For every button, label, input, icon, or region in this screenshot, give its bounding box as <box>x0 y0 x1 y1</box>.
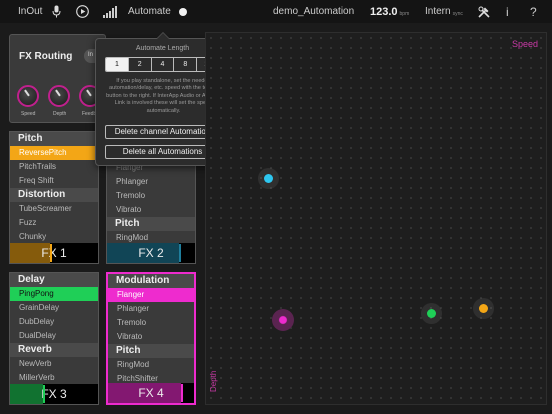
speed-knob-label: Speed <box>21 111 36 117</box>
project-name[interactable]: demo_Automation <box>273 0 354 23</box>
help-label: ? <box>530 4 537 19</box>
info-button[interactable]: i <box>506 0 509 23</box>
inout-button[interactable]: InOut <box>18 0 42 23</box>
fx2-panel: Flanger Phlanger Tremolo Vibrato Pitch R… <box>106 160 196 264</box>
fx-item-pingpong[interactable]: PingPong <box>10 287 98 301</box>
top-bar: InOut Automate demo_Automation 123.0 bpm… <box>0 0 552 23</box>
delete-channel-automation-button[interactable]: Delete channel Automation <box>105 125 220 139</box>
fx-item-dubdelay[interactable]: DubDelay <box>10 315 98 329</box>
tools-icon[interactable] <box>478 0 490 23</box>
fx4-point[interactable] <box>272 309 294 331</box>
fx1-footer[interactable]: FX 1 <box>10 243 98 263</box>
group-header: Pitch <box>108 344 194 358</box>
fx1-point[interactable] <box>479 304 488 313</box>
fx-item-reversepitch[interactable]: ReversePitch <box>10 146 98 160</box>
fx-item-dualdelay[interactable]: DualDelay <box>10 329 98 343</box>
fx-item-flanger[interactable]: Flanger <box>108 288 194 302</box>
fx1-label: FX 1 <box>41 246 67 260</box>
fx-routing-title: FX Routing <box>19 51 73 62</box>
fx3-point[interactable] <box>427 309 436 318</box>
clock-label: Intern <box>425 6 451 17</box>
automate-length-selector: 1 2 4 8 16 <box>105 57 220 72</box>
fx1-panel: Pitch ReversePitch PitchTrails Freq Shif… <box>9 131 99 264</box>
group-header: Pitch <box>107 217 195 231</box>
fx2-label: FX 2 <box>138 246 164 260</box>
automate-button[interactable]: Automate <box>128 0 171 23</box>
help-button[interactable]: ? <box>530 0 537 23</box>
level-marker <box>43 385 46 403</box>
fx-item-chunky[interactable]: Chunky <box>10 230 98 244</box>
project-name-label: demo_Automation <box>273 6 355 17</box>
fx3-level-fill <box>10 384 44 404</box>
xy-pad[interactable]: Speed Depth <box>205 32 547 405</box>
info-label: i <box>506 4 509 19</box>
fx-item-tubescreamer[interactable]: TubeScreamer <box>10 202 98 216</box>
clock-sub-label: sync <box>452 10 463 17</box>
length-option-4[interactable]: 4 <box>152 58 175 71</box>
delete-all-automations-button[interactable]: Delete all Automations <box>105 145 220 159</box>
depth-axis-label: Depth <box>209 370 218 392</box>
fx4-panel: Modulation Flanger Phlanger Tremolo Vibr… <box>106 272 196 405</box>
fx-item-phlanger[interactable]: Phlanger <box>107 175 195 189</box>
fx-item-phlanger[interactable]: Phlanger <box>108 302 194 316</box>
fx-item-vibrato[interactable]: Vibrato <box>107 203 195 217</box>
fx-item-pitchtrails[interactable]: PitchTrails <box>10 160 98 174</box>
fx4-footer[interactable]: FX 4 <box>108 383 194 403</box>
tempo-unit: bpm <box>399 10 410 17</box>
fx2-point[interactable] <box>264 174 273 183</box>
tempo-value: 123.0 <box>370 5 398 18</box>
speed-knob[interactable] <box>17 85 39 107</box>
tempo-button[interactable]: 123.0 bpm <box>370 0 409 23</box>
fx-item-tremolo[interactable]: Tremolo <box>107 189 195 203</box>
fx-item-millerverb[interactable]: MillerVerb <box>10 371 98 385</box>
group-header: Distortion <box>10 188 98 202</box>
fx-item-ringmod[interactable]: RingMod <box>108 358 194 372</box>
fx2-footer[interactable]: FX 2 <box>107 243 195 263</box>
fx3-footer[interactable]: FX 3 <box>10 384 98 404</box>
group-header: Delay <box>10 273 98 287</box>
fx4-label: FX 4 <box>138 386 164 400</box>
length-option-8[interactable]: 8 <box>174 58 198 71</box>
level-meter-icon[interactable] <box>103 0 117 23</box>
group-header: Pitch <box>10 132 98 146</box>
record-dot-icon[interactable] <box>179 0 187 23</box>
fx-item-tremolo[interactable]: Tremolo <box>108 316 194 330</box>
depth-knob[interactable] <box>48 85 70 107</box>
speed-axis-label: Speed <box>511 39 538 49</box>
inout-label: InOut <box>18 6 43 17</box>
play-icon[interactable] <box>76 0 89 23</box>
fx-item-freqshift[interactable]: Freq Shift <box>10 174 98 188</box>
fx-item-newverb[interactable]: NewVerb <box>10 357 98 371</box>
level-marker <box>49 244 52 262</box>
fx-item-fuzz[interactable]: Fuzz <box>10 216 98 230</box>
fx-item-graindelay[interactable]: GrainDelay <box>10 301 98 315</box>
length-option-2[interactable]: 2 <box>129 58 152 71</box>
mic-icon[interactable] <box>52 0 61 23</box>
fx-item-vibrato[interactable]: Vibrato <box>108 330 194 344</box>
clock-source-button[interactable]: Intern sync <box>425 0 463 23</box>
group-header: Modulation <box>108 274 194 288</box>
length-option-1[interactable]: 1 <box>106 58 129 71</box>
depth-knob-label: Depth <box>53 111 67 117</box>
level-marker <box>179 244 182 262</box>
automate-label: Automate <box>128 6 171 17</box>
group-header: Reverb <box>10 343 98 357</box>
level-marker <box>181 384 184 402</box>
fx3-panel: Delay PingPong GrainDelay DubDelay DualD… <box>9 272 99 405</box>
fx-routing-panel: FX Routing In Speed Depth Feedb <box>9 34 106 123</box>
